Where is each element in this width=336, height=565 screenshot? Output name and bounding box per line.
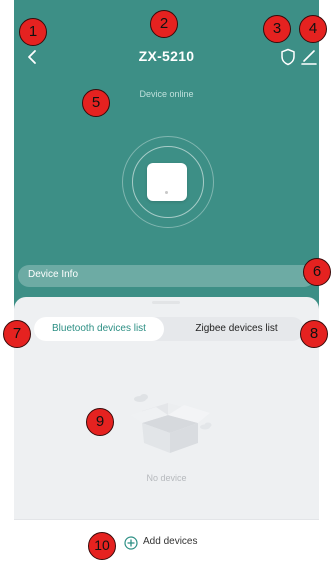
tab-zigbee-devices[interactable]: Zigbee devices list (169, 317, 304, 341)
empty-state: No device (14, 367, 319, 497)
bottom-bar: Add devices (14, 519, 319, 565)
sheet-handle[interactable] (152, 301, 180, 304)
device-led (165, 191, 168, 194)
device-hero: ZX-5210 Device online Device Info › (14, 0, 319, 320)
gateway-device-icon (147, 163, 187, 201)
shield-icon (281, 48, 295, 66)
annotation-badge-9: 9 (86, 408, 114, 436)
empty-box-icon (130, 394, 212, 453)
tab-bluetooth-devices[interactable]: Bluetooth devices list (34, 317, 164, 341)
annotation-badge-2: 2 (150, 10, 178, 38)
shield-button[interactable] (280, 48, 296, 66)
top-bar: ZX-5210 (14, 44, 319, 70)
annotation-badge-5: 5 (82, 89, 110, 117)
devices-sheet: Bluetooth devices list Zigbee devices li… (14, 297, 319, 565)
app-screen: ZX-5210 Device online Device Info › (14, 0, 319, 565)
edit-pencil-icon (301, 50, 317, 65)
add-devices-label: Add devices (143, 536, 198, 547)
device-info-label: Device Info (28, 269, 79, 280)
plus-circle-icon (124, 536, 138, 550)
annotation-badge-3: 3 (263, 15, 291, 43)
annotation-badge-8: 8 (300, 320, 328, 348)
empty-state-text: No device (146, 473, 187, 483)
device-status: Device online (139, 89, 194, 99)
annotation-badge-4: 4 (299, 15, 327, 43)
annotation-badge-7: 7 (3, 320, 31, 348)
annotation-badge-10: 10 (88, 532, 116, 560)
device-info-button[interactable]: Device Info › (18, 265, 315, 287)
annotation-badge-1: 1 (19, 18, 47, 46)
device-list-tabs: Bluetooth devices list Zigbee devices li… (34, 317, 304, 341)
annotation-badge-6: 6 (303, 258, 331, 286)
page-title: ZX-5210 (138, 48, 195, 64)
edit-button[interactable] (301, 48, 317, 66)
